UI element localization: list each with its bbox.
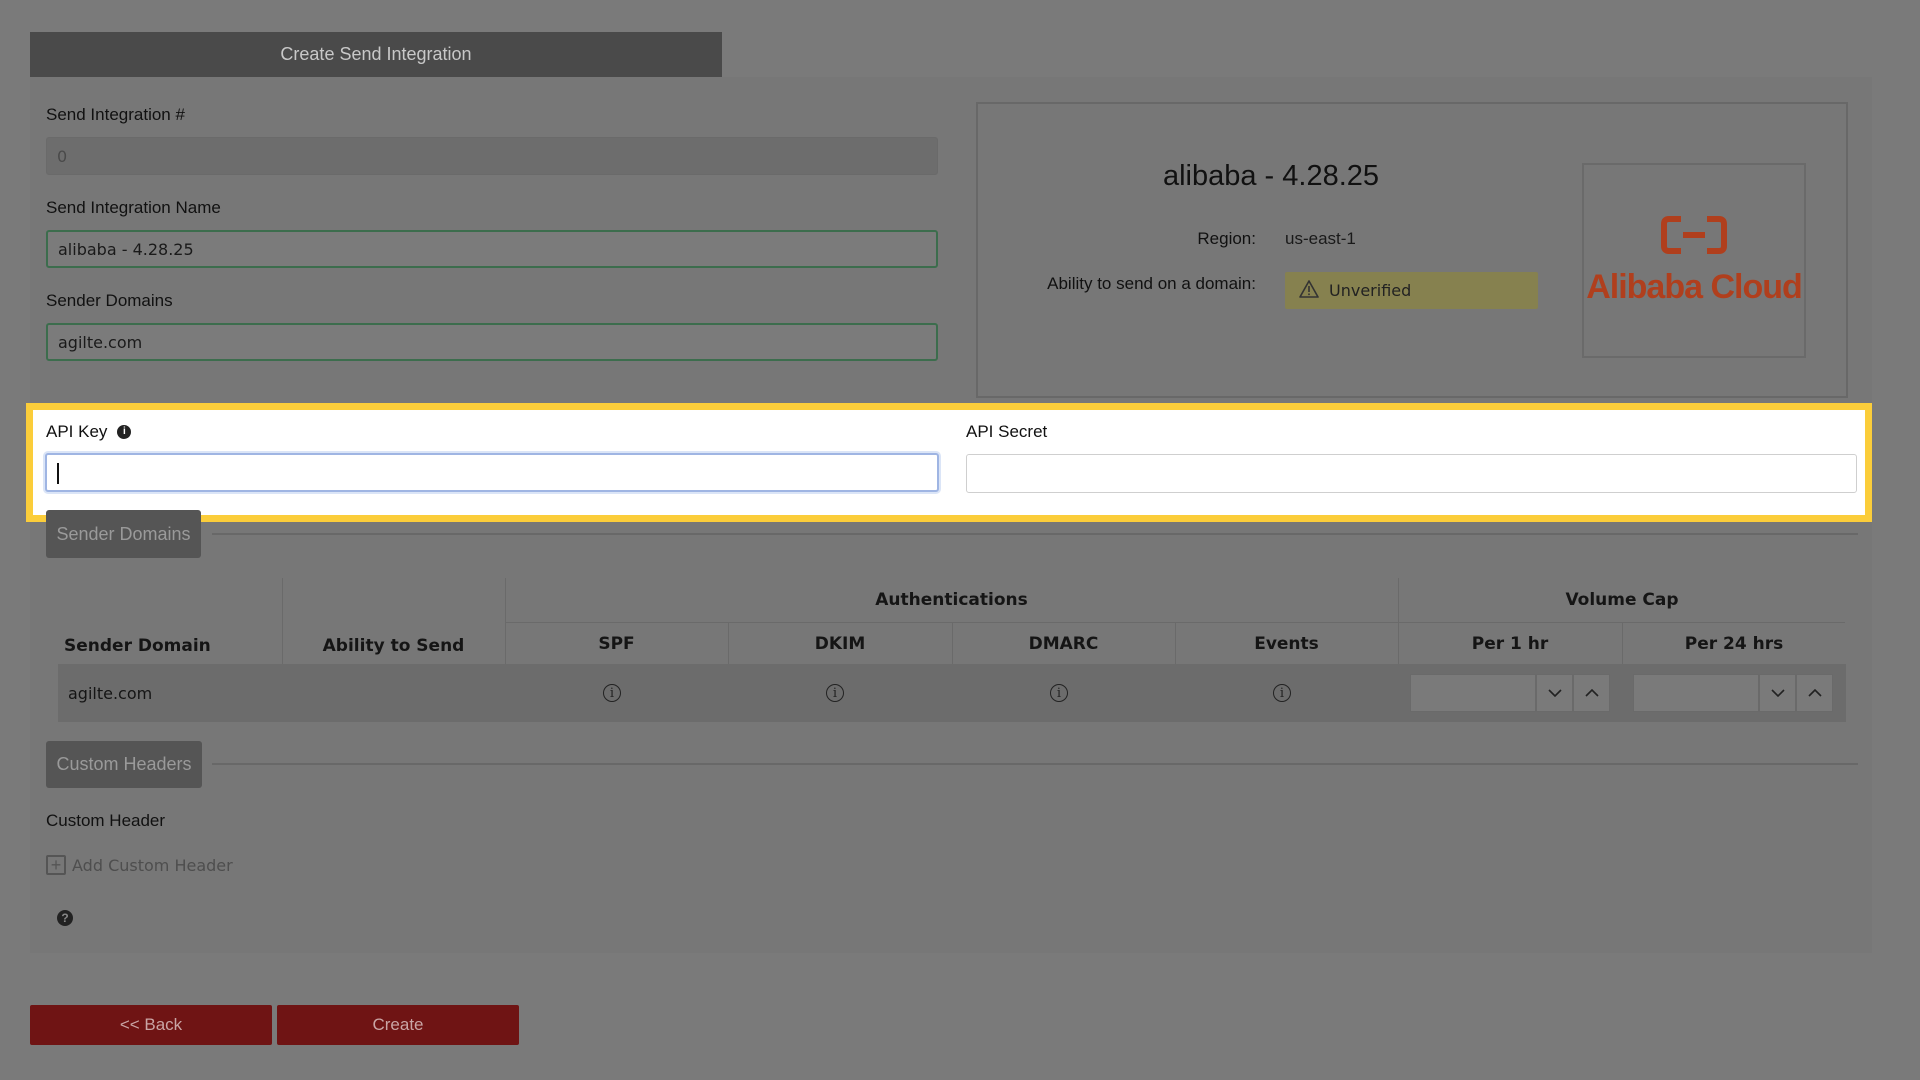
per-24-hrs-decrement-button[interactable] [1759,674,1796,712]
spf-header: SPF [598,634,635,654]
status-text: Unverified [1329,281,1412,300]
events-header: Events [1254,634,1319,654]
plus-icon: + [46,855,66,875]
sender-domain-header: Sender Domain [64,636,211,656]
integration-card-title: alibaba - 4.28.25 [1162,160,1380,192]
per-1-hr-increment-button[interactable] [1573,674,1610,712]
add-custom-header-label: Add Custom Header [72,855,233,875]
chevron-up-icon [1584,689,1599,697]
send-integration-number-field: 0 [46,137,938,175]
per-1-hr-input[interactable] [1410,674,1536,712]
custom-header-label: Custom Header [46,811,166,830]
add-custom-header-button[interactable]: + Add Custom Header [46,855,233,875]
sender-domains-section-header[interactable]: Sender Domains [46,510,201,558]
alibaba-cloud-logo-text: Alibaba Cloud [1586,267,1803,306]
sender-domain-cell: agilte.com [68,684,153,703]
alibaba-cloud-mark-icon [1661,215,1727,260]
create-button[interactable]: Create [277,1005,519,1045]
chevron-down-icon [1547,689,1562,697]
status-badge: Unverified [1285,272,1538,309]
section-divider [212,533,1858,535]
custom-headers-section-header[interactable]: Custom Headers [46,741,202,788]
dkim-info-icon[interactable]: i [826,684,844,702]
chevron-down-icon [1770,689,1785,697]
send-integration-number-label: Send Integration # [46,105,185,124]
text-caret [57,463,59,484]
alibaba-cloud-logo: Alibaba Cloud [1582,163,1806,358]
send-integration-name-label: Send Integration Name [46,198,221,217]
sender-domains-label: Sender Domains [46,291,173,310]
api-secret-label: API Secret [966,422,1048,441]
dmarc-info-icon[interactable]: i [1050,684,1068,702]
sender-domains-field[interactable]: agilte.com [46,323,938,361]
region-value: us-east-1 [1285,229,1356,248]
per-1-hr-decrement-button[interactable] [1536,674,1573,712]
help-icon[interactable]: ? [57,910,73,926]
region-label: Region: [1197,229,1256,248]
dkim-header: DKIM [814,634,866,654]
per-1-hr-header: Per 1 hr [1471,634,1549,654]
back-button[interactable]: << Back [30,1005,272,1045]
api-key-label: API Key [46,422,108,441]
ability-to-send-header: Ability to Send [322,636,465,656]
dmarc-header: DMARC [1028,634,1099,654]
per-24-hrs-input[interactable] [1633,674,1759,712]
chevron-up-icon [1807,689,1822,697]
tab-create-send-integration[interactable]: Create Send Integration [30,32,722,77]
ability-to-send-label: Ability to send on a domain: [1047,274,1256,293]
events-info-icon[interactable]: i [1273,684,1291,702]
volume-cap-header: Volume Cap [1565,590,1679,610]
section-divider [212,763,1858,765]
per-24-hrs-increment-button[interactable] [1796,674,1833,712]
warning-icon [1299,279,1319,302]
top-bar [0,0,1920,32]
api-key-input[interactable] [45,453,939,492]
per-24-hrs-header: Per 24 hrs [1684,634,1784,654]
authentications-header: Authentications [875,590,1028,610]
api-key-label-group: API Key i [46,422,132,442]
spf-info-icon[interactable]: i [603,684,621,702]
api-secret-input[interactable] [966,454,1857,493]
info-icon[interactable]: i [117,425,132,439]
send-integration-name-field[interactable]: alibaba - 4.28.25 [46,230,938,268]
